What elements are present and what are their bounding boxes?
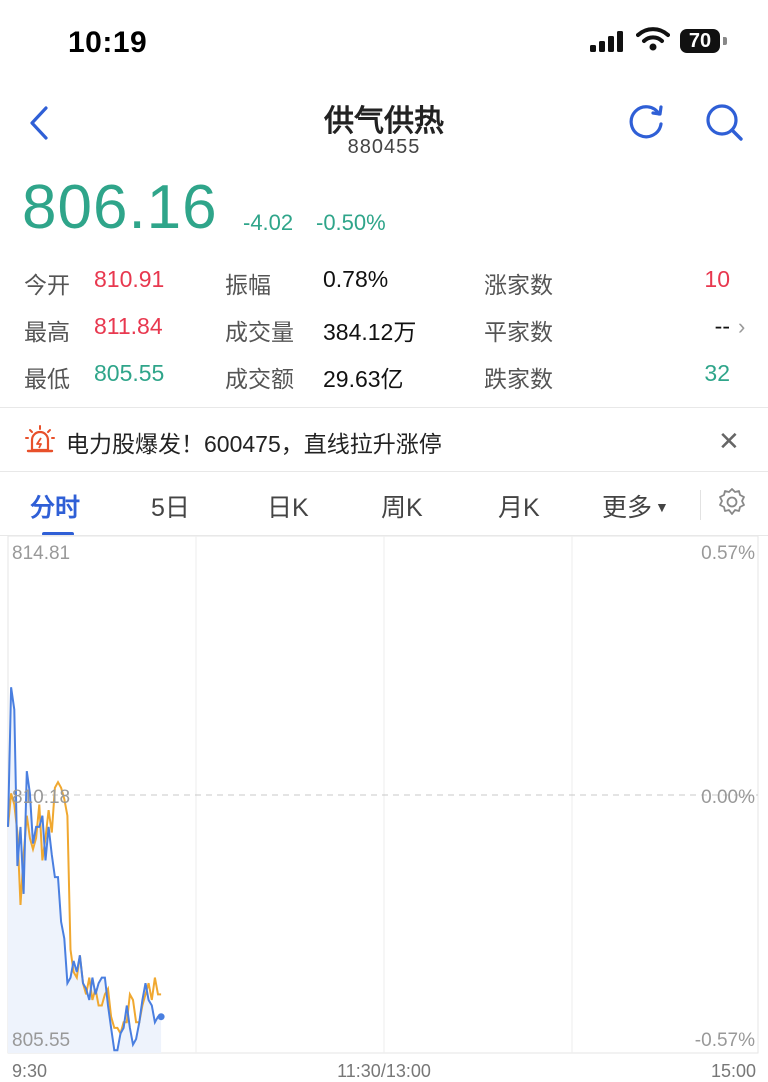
- down-count-label: 跌家数: [484, 366, 553, 392]
- open-label: 今开: [24, 272, 70, 298]
- price-change-percent: -0.50%: [316, 210, 386, 235]
- intraday-chart[interactable]: 814.81 810.18 805.55 0.57% 0.00% -0.57% …: [0, 536, 768, 1082]
- flat-count-value: --: [714, 313, 730, 339]
- volume-value: 384.12万: [323, 319, 417, 345]
- chart-tabs: 分时 5日 日K 周K 月K 更多 ▼: [0, 472, 768, 536]
- search-icon[interactable]: [702, 100, 746, 144]
- x-tick: 15:00: [711, 1061, 756, 1081]
- price-change: -4.02: [243, 210, 294, 235]
- tab-weekly-k[interactable]: 周K: [381, 488, 423, 524]
- x-tick: 11:30/13:00: [337, 1061, 431, 1081]
- flat-count-label: 平家数: [484, 319, 553, 345]
- close-icon[interactable]: ✕: [718, 426, 740, 457]
- tab-more[interactable]: 更多 ▼: [602, 488, 669, 524]
- turnover-value: 29.63亿: [323, 366, 404, 392]
- tab-more-label: 更多: [602, 494, 653, 522]
- divider: [700, 490, 701, 520]
- caret-down-icon: ▼: [655, 499, 669, 515]
- tab-monthly-k[interactable]: 月K: [498, 488, 540, 524]
- battery-icon: 70: [680, 29, 720, 53]
- open-value: 810.91: [94, 266, 165, 292]
- down-count-value: 32: [704, 360, 730, 386]
- y-left-tick: 814.81: [12, 543, 70, 564]
- alarm-icon: [25, 425, 55, 453]
- y-left-tick: 805.55: [12, 1030, 70, 1051]
- low-value: 805.55: [94, 360, 165, 386]
- chevron-right-icon[interactable]: ›: [738, 314, 745, 340]
- y-right-tick: 0.57%: [701, 543, 755, 564]
- amplitude-value: 0.78%: [323, 266, 389, 292]
- high-label: 最高: [24, 319, 70, 345]
- tab-5day[interactable]: 5日: [151, 488, 190, 524]
- banner-text[interactable]: 电力股爆发！600475，直线拉升涨停: [66, 425, 442, 459]
- refresh-icon[interactable]: [624, 100, 668, 144]
- nav-header: 供气供热 880455: [0, 88, 768, 164]
- gear-icon[interactable]: [716, 486, 748, 518]
- low-label: 最低: [24, 366, 70, 392]
- battery-tip: [723, 37, 727, 45]
- wifi-icon: [636, 27, 670, 51]
- high-value: 811.84: [94, 313, 163, 339]
- status-time: 10:19: [68, 26, 148, 59]
- status-bar: 10:19 70: [0, 0, 768, 80]
- tab-intraday[interactable]: 分时: [30, 488, 80, 524]
- cellular-signal-icon: [590, 31, 623, 52]
- tab-daily-k[interactable]: 日K: [267, 488, 309, 524]
- x-tick: 9:30: [12, 1061, 47, 1081]
- turnover-label: 成交额: [225, 366, 294, 392]
- price-area: [8, 687, 162, 1053]
- up-count-value: 10: [704, 266, 730, 292]
- amplitude-label: 振幅: [225, 272, 271, 298]
- y-right-tick: -0.57%: [695, 1030, 755, 1051]
- y-left-tick: 810.18: [12, 787, 70, 808]
- up-count-label: 涨家数: [484, 272, 553, 298]
- news-banner[interactable]: 电力股爆发！600475，直线拉升涨停 ✕: [0, 408, 768, 470]
- current-price: 806.16: [22, 173, 218, 242]
- y-right-tick: 0.00%: [701, 787, 755, 808]
- volume-label: 成交量: [225, 319, 294, 345]
- last-price-dot: [157, 1013, 165, 1021]
